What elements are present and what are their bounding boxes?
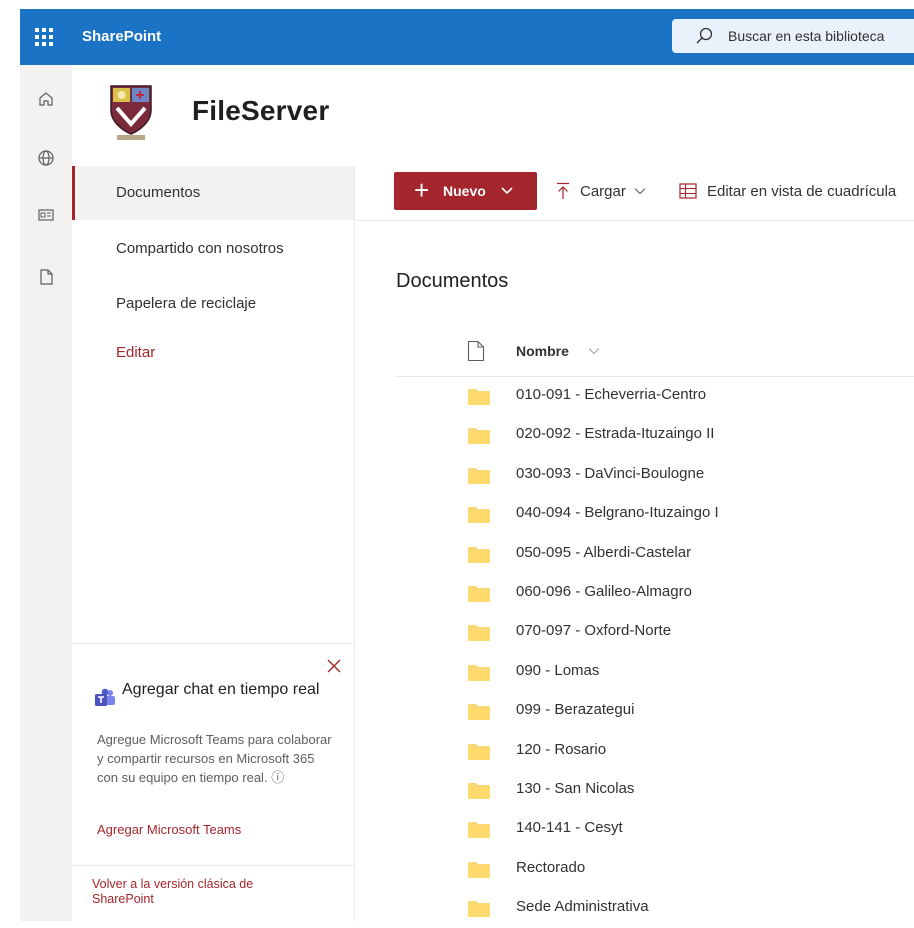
nav-item-papelera[interactable]: Papelera de reciclaje [72,277,354,331]
new-button[interactable]: + Nuevo [394,172,537,210]
upload-icon [557,182,569,199]
home-icon[interactable] [34,87,58,111]
folder-icon [468,901,490,918]
top-strip [0,0,914,9]
folder-name[interactable]: 040-094 - Belgrano-Ituzaingo I [516,504,719,521]
folder-icon [468,546,490,563]
site-logo[interactable] [103,82,159,142]
folder-icon [468,389,490,405]
folder-icon [468,507,490,524]
table-row[interactable]: 120 - Rosario [395,732,914,771]
search-icon [696,27,713,44]
table-row[interactable]: 099 - Berazategui [395,692,914,731]
file-type-icon[interactable] [467,340,485,362]
new-button-label: Nuevo [443,183,486,199]
folder-name[interactable]: 060-096 - Galileo-Almagro [516,583,692,600]
info-icon[interactable]: ⓘ [271,770,284,785]
folder-name[interactable]: 140-141 - Cesyt [516,819,623,836]
grid-icon [679,183,697,199]
folder-name[interactable]: 050-095 - Alberdi-Castelar [516,544,691,561]
column-name-header[interactable]: Nombre [516,343,569,359]
folder-icon [468,625,490,642]
search-placeholder: Buscar en esta biblioteca [728,28,885,44]
folder-name[interactable]: 090 - Lomas [516,662,599,679]
table-row[interactable]: 050-095 - Alberdi-Castelar [395,535,914,574]
app-name[interactable]: SharePoint [82,9,161,65]
document-icon[interactable] [34,265,58,289]
upload-button[interactable]: Cargar [556,172,656,210]
app-rail [20,65,72,921]
folder-name[interactable]: 120 - Rosario [516,741,606,758]
teams-icon [95,688,115,706]
classic-view-link[interactable]: Volver a la versión clásica de SharePoin… [92,877,312,907]
search-box[interactable]: Buscar en esta biblioteca [672,19,914,53]
library-title: Documentos [396,270,509,292]
chevron-down-icon[interactable] [588,347,600,355]
folder-icon [468,822,490,839]
folder-icon [468,428,490,445]
folder-icon [468,467,490,484]
table-row[interactable]: 060-096 - Galileo-Almagro [395,574,914,613]
upload-label: Cargar [580,182,626,200]
table-row[interactable]: 070-097 - Oxford-Norte [395,613,914,652]
folder-icon [468,861,490,878]
table-row[interactable]: 040-094 - Belgrano-Ituzaingo I [395,495,914,534]
chevron-down-icon [634,188,646,195]
divider [72,865,354,866]
command-bar: + Nuevo Cargar Editar en vista de cuadrí… [354,166,914,221]
folder-name[interactable]: 030-093 - DaVinci-Boulogne [516,465,704,482]
nav-item-documentos[interactable]: Documentos [72,166,354,220]
grid-view-button[interactable]: Editar en vista de cuadrícula [679,172,896,210]
folder-name[interactable]: Rectorado [516,859,585,876]
folder-icon [468,586,490,602]
news-icon[interactable] [34,203,58,227]
table-row[interactable]: Sede Administrativa [395,889,914,928]
app-launcher-button[interactable] [20,9,68,65]
globe-icon[interactable] [34,146,58,170]
close-icon[interactable] [324,656,344,676]
column-header: Nombre [395,330,914,377]
folder-icon [468,743,490,760]
nav-item-label: Documentos [116,184,201,201]
nav-item-compartido[interactable]: Compartido con nosotros [72,222,354,276]
folder-icon [468,783,490,799]
folder-name[interactable]: 070-097 - Oxford-Norte [516,622,671,639]
table-row[interactable]: 090 - Lomas [395,653,914,692]
teams-promo-card: Agregar chat en tiempo real Agregue Micr… [72,643,354,866]
folder-icon [468,704,490,721]
table-row[interactable]: 030-093 - DaVinci-Boulogne [395,456,914,495]
folder-icon [468,664,490,681]
table-row[interactable]: 020-092 - Estrada-Ituzaingo II [395,416,914,455]
nav-item-label: Papelera de reciclaje [116,295,257,312]
table-row[interactable]: Rectorado [395,850,914,889]
site-title[interactable]: FileServer [192,95,329,127]
grid-view-label: Editar en vista de cuadrícula [707,182,897,200]
folder-name[interactable]: 010-091 - Echeverria-Centro [516,386,706,403]
add-teams-link[interactable]: Agregar Microsoft Teams [97,822,241,837]
nav-edit-link[interactable]: Editar [116,344,155,361]
waffle-icon [35,28,53,46]
folder-name[interactable]: 020-092 - Estrada-Ituzaingo II [516,425,714,442]
folder-name[interactable]: Sede Administrativa [516,898,649,915]
teams-card-description-text: Agregue Microsoft Teams para colaborar y… [97,732,332,785]
table-row[interactable]: 010-091 - Echeverria-Centro [395,377,914,416]
teams-card-title: Agregar chat en tiempo real [122,681,320,698]
table-row[interactable]: 130 - San Nicolas [395,771,914,810]
plus-icon: + [414,175,430,205]
nav-item-label: Compartido con nosotros [116,240,284,257]
folder-name[interactable]: 130 - San Nicolas [516,780,634,797]
folder-name[interactable]: 099 - Berazategui [516,701,634,718]
chevron-down-icon [501,187,513,195]
teams-card-description: Agregue Microsoft Teams para colaborar y… [97,730,337,787]
table-row[interactable]: 140-141 - Cesyt [395,810,914,849]
